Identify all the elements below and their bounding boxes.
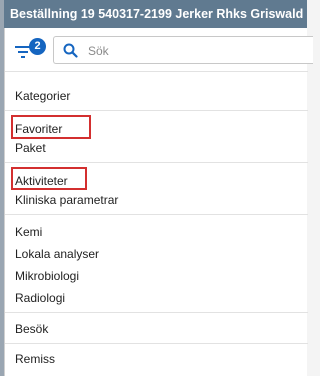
search-input[interactable]: [86, 40, 310, 62]
category-favoriter[interactable]: Favoriter: [15, 121, 62, 137]
category-mikrobiologi[interactable]: Mikrobiologi: [15, 268, 79, 284]
order-category-panel: 2 Kategorier Favoriter Paket Aktiviteter…: [4, 28, 313, 376]
category-paket[interactable]: Paket: [15, 140, 46, 156]
search-toolbar: 2: [5, 28, 313, 72]
category-radiologi[interactable]: Radiologi: [15, 290, 65, 306]
divider: [5, 312, 308, 313]
category-besok[interactable]: Besök: [15, 321, 48, 337]
divider: [5, 162, 308, 163]
category-kliniska-parametrar[interactable]: Kliniska parametrar: [15, 192, 118, 208]
filter-count-badge: 2: [29, 38, 46, 55]
category-lokala-analyser[interactable]: Lokala analyser: [15, 246, 99, 262]
search-icon: [63, 43, 78, 58]
filter-button[interactable]: 2: [13, 38, 47, 64]
divider: [5, 214, 308, 215]
divider: [5, 110, 308, 111]
search-field[interactable]: [53, 36, 313, 64]
window-title: Beställning 19 540317-2199 Jerker Rhks G…: [4, 0, 307, 28]
category-remiss[interactable]: Remiss: [15, 351, 55, 367]
category-aktiviteter[interactable]: Aktiviteter: [15, 173, 68, 189]
category-kemi[interactable]: Kemi: [15, 224, 42, 240]
divider: [5, 343, 308, 344]
categories-heading: Kategorier: [15, 89, 71, 103]
